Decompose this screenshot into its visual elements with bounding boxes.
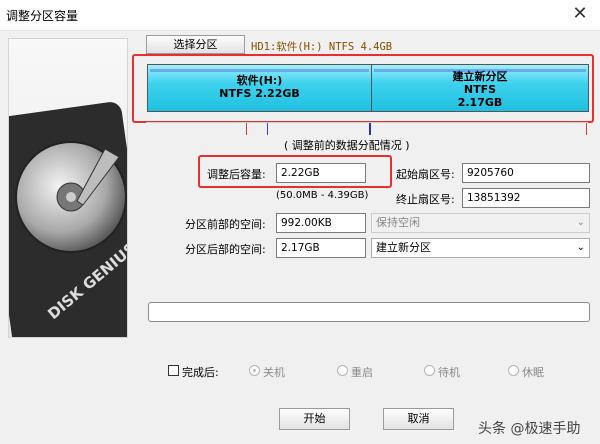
before-space-label: 分区前部的空间: — [185, 218, 266, 231]
highlight-partition-map — [132, 54, 594, 123]
resize-input[interactable]: 2.22GB — [276, 163, 366, 183]
disk-info-label: HD1:软件(H:) NTFS 4.4GB — [251, 41, 393, 53]
radio-hibernate[interactable] — [508, 365, 519, 376]
watermark: 头条 @极速手助 — [478, 421, 581, 437]
scale-marker — [246, 123, 247, 135]
scale-marker — [369, 123, 371, 135]
radio-shutdown-label: 关机 — [263, 366, 285, 379]
after-space-input[interactable]: 2.17GB — [276, 238, 366, 258]
before-space-select[interactable]: 保持空闲 ⌄ — [371, 213, 590, 233]
progress-bar — [148, 302, 590, 322]
close-icon[interactable]: ✕ — [560, 0, 600, 30]
after-complete-checkbox[interactable] — [168, 365, 179, 376]
chevron-down-icon: ⌄ — [576, 242, 585, 253]
layout-title: ( 调整前的数据分配情况 ) — [284, 139, 410, 152]
radio-shutdown[interactable] — [249, 365, 260, 376]
scale-marker — [267, 123, 268, 135]
select-partition-button[interactable]: 选择分区 — [146, 35, 245, 54]
start-button[interactable]: 开始 — [279, 408, 350, 430]
resize-label: 调整后容量: — [207, 168, 266, 181]
disk-illustration: DISK GENIUS — [8, 38, 128, 338]
after-space-select-value: 建立新分区 — [376, 241, 431, 254]
chevron-down-icon: ⌄ — [576, 217, 585, 228]
allocation-scale — [146, 122, 588, 137]
scale-marker — [586, 123, 587, 135]
end-sector-field[interactable]: 13851392 — [462, 188, 590, 208]
radio-restart-label: 重启 — [351, 366, 373, 379]
window-title: 调整分区容量 — [6, 9, 79, 23]
hard-disk-icon: DISK GENIUS — [9, 102, 127, 337]
after-complete-label: 完成后: — [182, 366, 219, 379]
start-sector-field[interactable]: 9205760 — [462, 163, 590, 183]
before-space-select-value: 保持空闲 — [376, 216, 420, 229]
before-space-input[interactable]: 992.00KB — [276, 213, 366, 233]
after-space-select[interactable]: 建立新分区 ⌄ — [371, 238, 590, 258]
radio-standby-label: 待机 — [438, 366, 460, 379]
range-hint: (50.0MB - 4.39GB) — [276, 190, 369, 201]
radio-hibernate-label: 休眠 — [522, 366, 544, 379]
end-sector-label: 终止扇区号: — [396, 193, 455, 206]
start-sector-label: 起始扇区号: — [396, 168, 455, 181]
radio-restart[interactable] — [337, 365, 348, 376]
radio-standby[interactable] — [424, 365, 435, 376]
after-space-label: 分区后部的空间: — [185, 243, 266, 256]
title-bar: 调整分区容量 ✕ — [0, 0, 600, 31]
cancel-button[interactable]: 取消 — [383, 408, 454, 430]
